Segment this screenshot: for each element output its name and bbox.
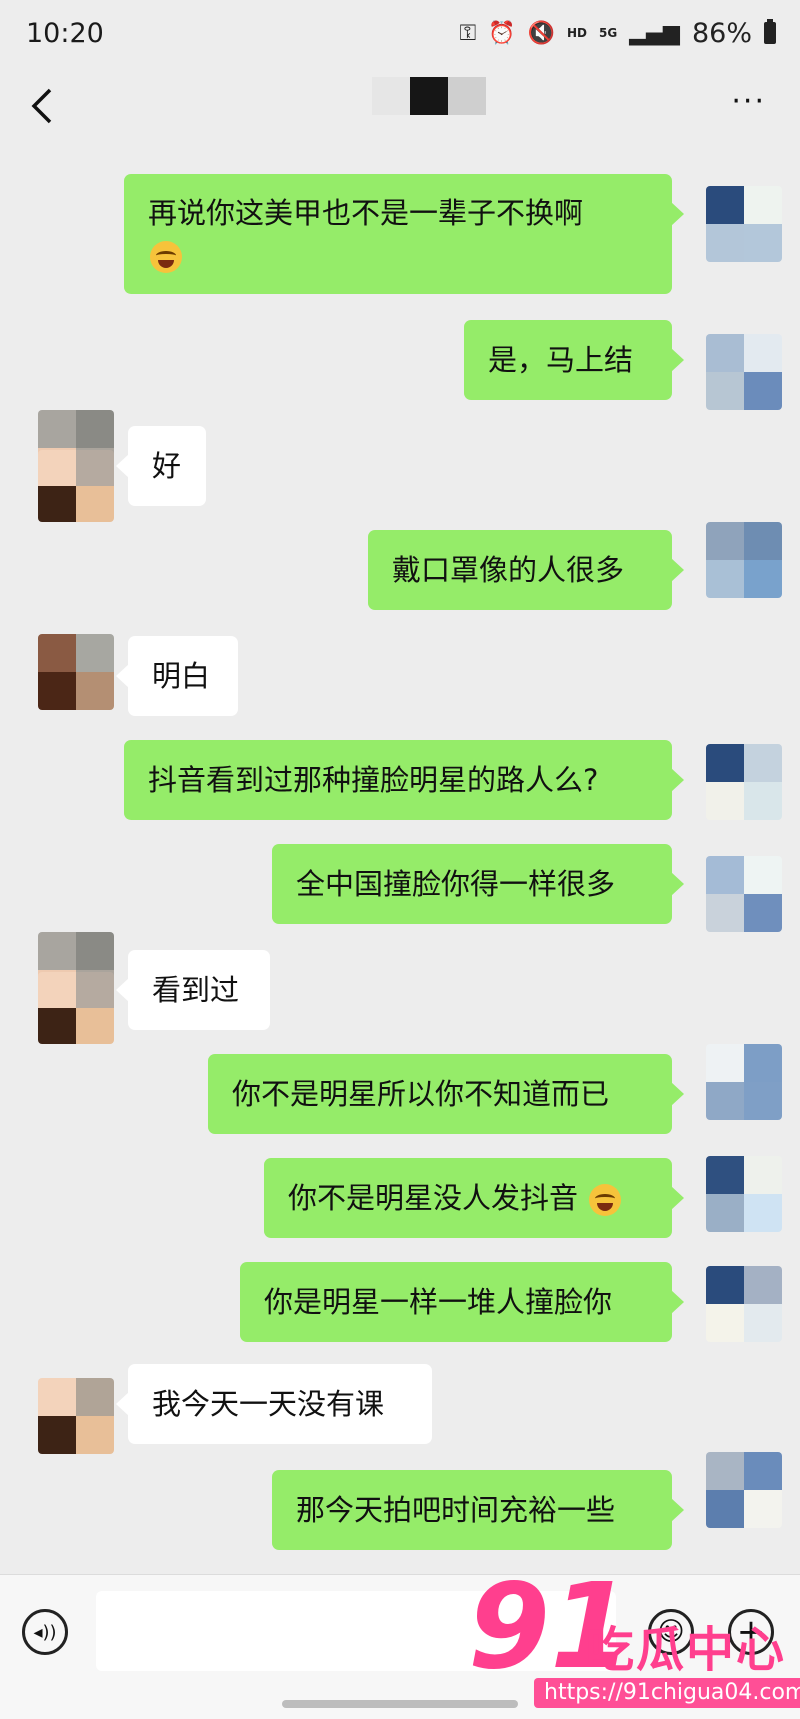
my-avatar[interactable] (706, 744, 782, 820)
my-avatar[interactable] (706, 1266, 782, 1342)
chat-title-redacted (372, 77, 486, 115)
my-avatar[interactable] (706, 1044, 782, 1120)
chevron-left-icon (31, 88, 52, 124)
message-bubble[interactable]: 你不是明星所以你不知道而已 (208, 1054, 684, 1134)
contact-avatar[interactable] (38, 1378, 114, 1454)
message-text: 你不是明星没人发抖音 (288, 1181, 579, 1215)
more-icon: ··· (731, 84, 766, 119)
message-text: 好 (152, 449, 182, 483)
mute-icon: 🔇 (527, 20, 555, 46)
message-bubble[interactable]: 抖音看到过那种撞脸明星的路人么? (124, 740, 684, 820)
message-bubble[interactable]: 明白 (116, 636, 238, 716)
my-avatar[interactable] (706, 856, 782, 932)
message-bubble[interactable]: 看到过 (116, 950, 270, 1030)
more-button[interactable]: ··· (731, 84, 766, 119)
status-time: 10:20 (26, 18, 104, 49)
battery-percent: 86% (691, 17, 752, 49)
message-bubble[interactable]: 是，马上结 (464, 320, 684, 400)
voice-button[interactable]: ◂)) (22, 1609, 68, 1655)
signal-icon: ▂▄▆ (629, 20, 680, 46)
back-button[interactable] (28, 84, 72, 134)
message-bubble[interactable]: 那今天拍吧时间充裕一些 (272, 1470, 684, 1550)
message-text: 抖音看到过那种撞脸明星的路人么? (148, 763, 599, 797)
contact-avatar-lower (38, 450, 114, 522)
contact-avatar[interactable] (38, 634, 114, 710)
alarm-icon: ⏰ (488, 20, 516, 46)
message-text: 你不是明星所以你不知道而已 (232, 1077, 610, 1111)
message-bubble[interactable]: 再说你这美甲也不是一辈子不换啊 (124, 174, 684, 294)
my-avatar[interactable] (706, 522, 782, 598)
message-text: 明白 (152, 659, 211, 693)
status-bar: 10:20 ⚿ ⏰ 🔇 HD 5G ▂▄▆ 86% (0, 0, 800, 70)
watermark-url: https://91chigua04.com (534, 1678, 800, 1708)
watermark-name: 吃瓜中心 (586, 1622, 787, 1678)
chat-header: ··· (0, 70, 800, 148)
message-bubble[interactable]: 你不是明星没人发抖音 (264, 1158, 684, 1238)
my-avatar[interactable] (706, 186, 782, 262)
my-avatar[interactable] (706, 334, 782, 410)
contact-avatar-lower (38, 972, 114, 1044)
message-text: 你是明星一样一堆人撞脸你 (264, 1285, 613, 1319)
message-text: 全中国撞脸你得一样很多 (296, 867, 616, 901)
network-indicator: 5G (599, 26, 618, 40)
message-text: 再说你这美甲也不是一辈子不换啊 (148, 196, 584, 230)
voice-icon: ◂)) (33, 1621, 57, 1643)
key-icon: ⚿ (459, 20, 477, 46)
message-bubble[interactable]: 我今天一天没有课 (116, 1364, 432, 1444)
message-text: 看到过 (152, 973, 240, 1007)
laugh-cry-emoji-icon (150, 241, 182, 273)
message-text: 戴口罩像的人很多 (392, 553, 625, 587)
message-bubble[interactable]: 你是明星一样一堆人撞脸你 (240, 1262, 684, 1342)
message-text: 那今天拍吧时间充裕一些 (296, 1493, 616, 1527)
message-bubble[interactable]: 好 (116, 426, 206, 506)
watermark: 91 吃瓜中心 https://91chigua04.com (468, 1566, 800, 1716)
hd-indicator: HD (567, 26, 588, 40)
message-bubble[interactable]: 戴口罩像的人很多 (368, 530, 684, 610)
my-avatar[interactable] (706, 1156, 782, 1232)
my-avatar[interactable] (706, 1452, 782, 1528)
message-bubble[interactable]: 全中国撞脸你得一样很多 (272, 844, 684, 924)
laugh-cry-emoji-icon (589, 1184, 622, 1216)
status-icons: ⚿ ⏰ 🔇 HD 5G ▂▄▆ 86% (459, 16, 776, 50)
message-text: 我今天一天没有课 (152, 1387, 385, 1421)
battery-icon (764, 19, 776, 44)
message-text: 是，马上结 (488, 343, 634, 377)
